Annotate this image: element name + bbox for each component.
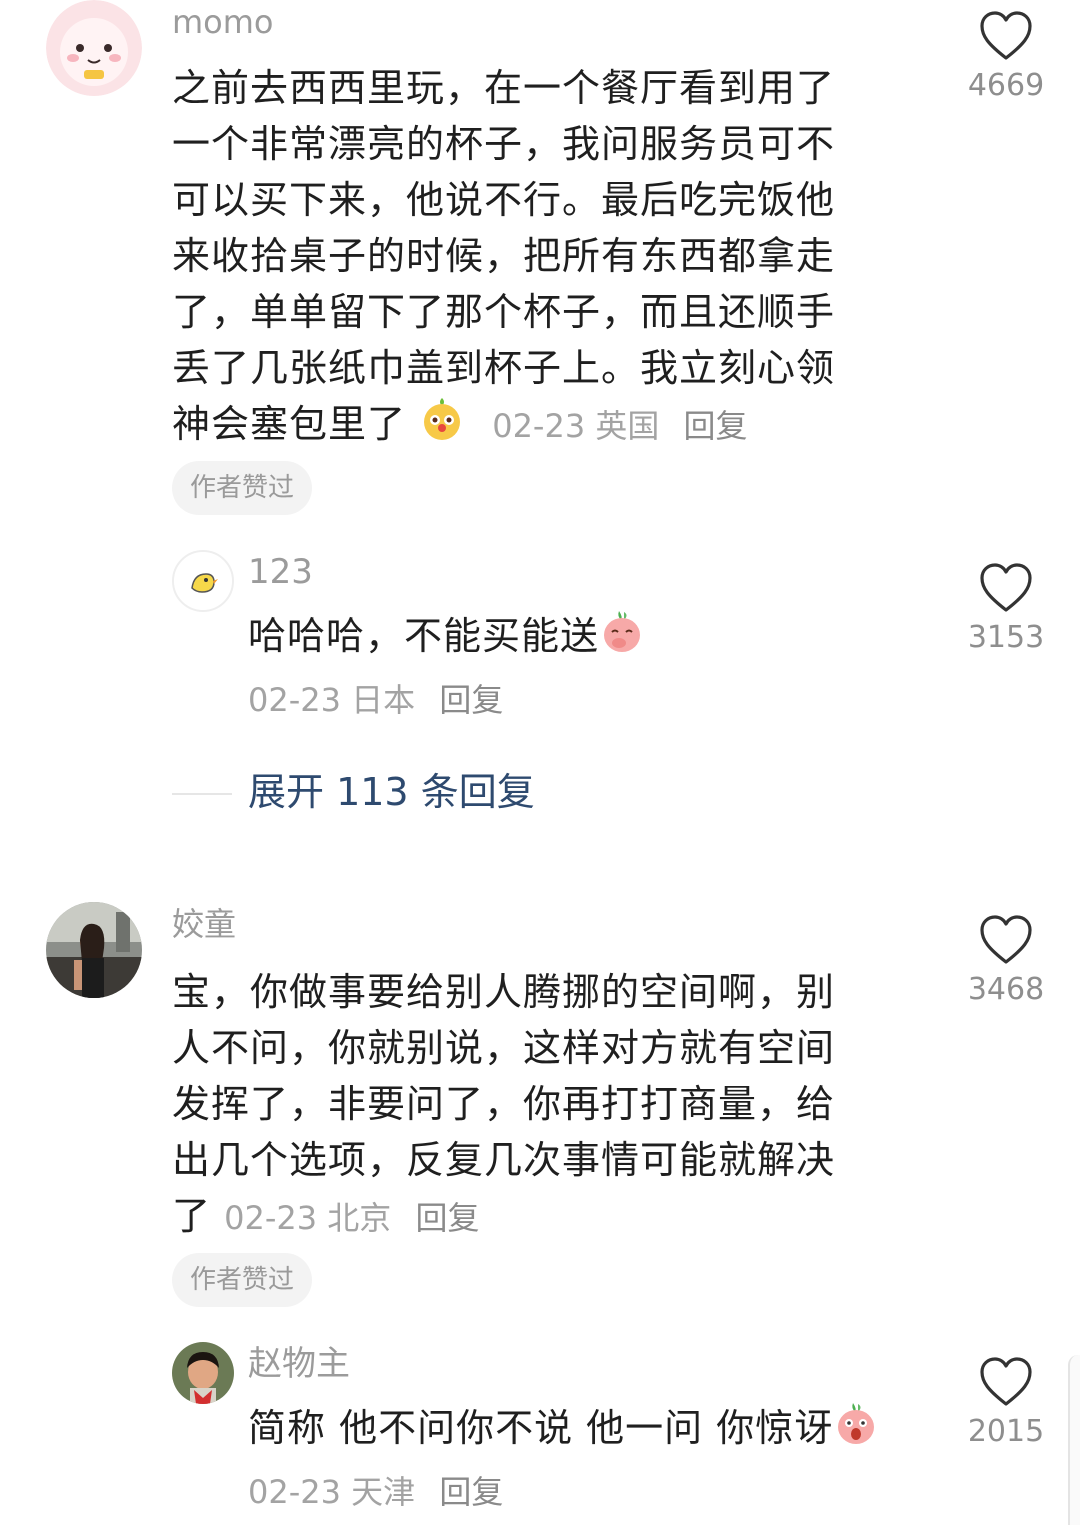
like-button[interactable]: 4669 [946,10,1066,104]
comment-location: 英国 [595,407,660,445]
expand-replies-button[interactable]: 展开 113 条回复 [248,768,535,816]
heart-outline-icon [980,915,1032,964]
reply-button[interactable]: 回复 [439,681,503,719]
reply-meta: 02-23 日本 回复 [248,678,503,722]
reply-line: 哈哈哈，不能买能送 [248,608,645,669]
peach-shy-emoji [599,608,645,669]
comment-meta: 02-23 英国 回复 [478,407,747,445]
reply-date: 02-23 [248,1473,341,1511]
reply-content: 哈哈哈，不能买能送 [248,614,600,658]
comment-username[interactable]: momo [172,2,274,42]
reply-button[interactable]: 回复 [415,1199,479,1237]
comment-date: 02-23 [224,1199,318,1237]
heart-outline-icon [980,1357,1032,1406]
like-button[interactable]: 2015 [946,1356,1066,1450]
like-button[interactable]: 3153 [946,562,1066,656]
comment-line: 来收拾桌子的时候，把所有东西都拿走 [172,234,836,278]
comment-date: 02-23 [492,407,586,445]
reply-date: 02-23 [248,681,341,719]
divider [172,793,232,795]
comment-line: 了 [172,1194,212,1238]
comment-line: 丢了几张纸巾盖到杯子上。我立刻心领 [172,346,836,390]
like-count: 3153 [967,620,1045,655]
reply-location: 日本 [351,681,416,719]
like-count: 3468 [967,972,1045,1007]
comment-text: 宝，你做事要给别人腾挪的空间啊，别 人不问，你就别说，这样对方就有空间 发挥了，… [172,964,835,1246]
comment-location: 北京 [327,1199,392,1237]
reply-line: 简称 他不问你不说 他一问 你惊讶 [248,1400,879,1461]
comment-line: 出几个选项，反复几次事情可能就解决 [172,1138,836,1182]
comment-text: 之前去西西里玩，在一个餐厅看到用了 一个非常漂亮的杯子，我问服务员可不 可以买下… [172,60,835,457]
comment-line: 一个非常漂亮的杯子，我问服务员可不 [172,122,836,166]
fruit-smile-emoji [419,396,465,457]
avatar[interactable] [172,1342,234,1404]
comment-line: 可以买下来，他说不行。最后吃完饭他 [172,178,836,222]
reply-username[interactable]: 123 [248,552,313,592]
author-liked-badge: 作者赞过 [172,1253,313,1307]
comment-line: 人不问，你就别说，这样对方就有空间 [172,1026,836,1070]
avatar[interactable] [46,902,142,998]
comment-line: 之前去西西里玩，在一个餐厅看到用了 [172,66,836,110]
side-panel-edge [1068,1355,1080,1525]
comment-last-line: 神会塞包里了 02-23 英国 回复 [172,396,835,457]
author-liked-badge: 作者赞过 [172,461,313,515]
reply-username[interactable]: 赵物主 [248,1344,350,1384]
peach-surprised-emoji [833,1400,879,1461]
reply-content: 简称 他不问你不说 他一问 你惊讶 [248,1406,834,1450]
comment-line: 发挥了，非要问了，你再打打商量，给 [172,1082,836,1126]
heart-outline-icon [980,563,1032,612]
comment-line: 神会塞包里了 [172,402,407,446]
reply-text: 哈哈哈，不能买能送 [248,608,645,669]
reply-text: 简称 他不问你不说 他一问 你惊讶 [248,1400,879,1461]
reply-meta: 02-23 天津 回复 [248,1470,503,1514]
like-button[interactable]: 3468 [946,914,1066,1008]
reply-button[interactable]: 回复 [439,1473,503,1511]
reply-button[interactable]: 回复 [684,407,748,445]
comment-line: 宝，你做事要给别人腾挪的空间啊，别 [172,970,836,1014]
like-count: 4669 [967,68,1045,103]
reply-location: 天津 [351,1473,416,1511]
avatar[interactable] [172,550,234,612]
comment-meta: 02-23 北京 回复 [224,1199,479,1237]
comment-line: 了，单单留下了那个杯子，而且还顺手 [172,290,836,334]
heart-outline-icon [980,11,1032,60]
comment-username[interactable]: 姣童 [172,904,236,944]
avatar[interactable] [46,0,142,96]
like-count: 2015 [967,1414,1045,1449]
comment-last-line: 了 02-23 北京 回复 [172,1188,835,1246]
